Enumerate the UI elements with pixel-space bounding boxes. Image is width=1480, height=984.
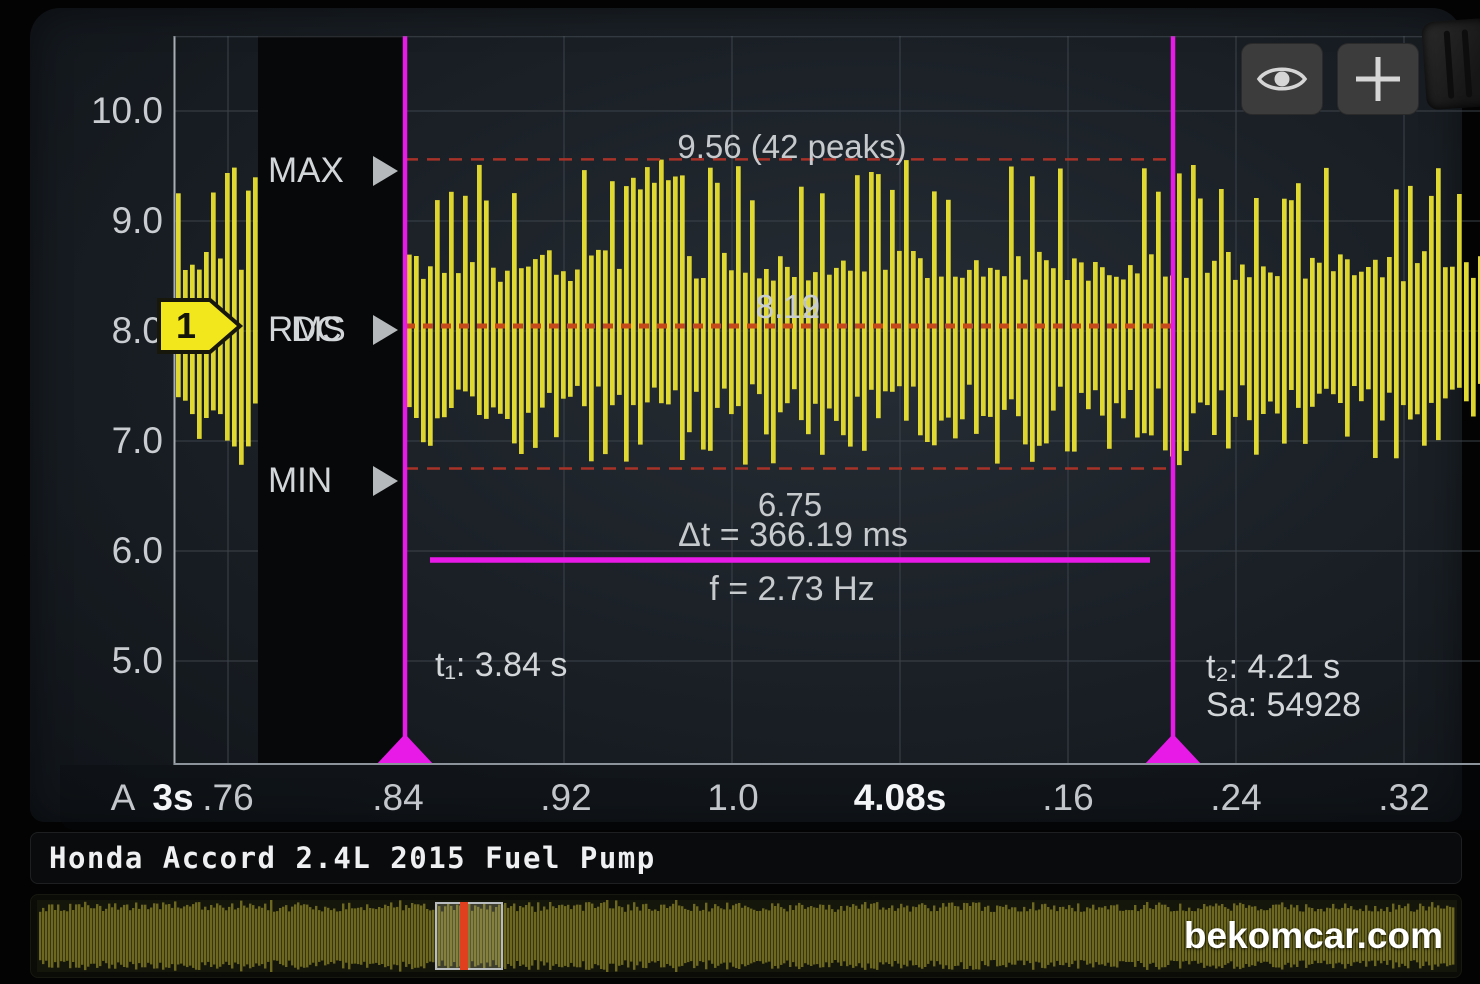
- min-marker-arrow-icon[interactable]: [373, 466, 398, 496]
- y-axis-label: 7.0: [60, 417, 163, 465]
- max-value: 9.56 (42 peaks): [677, 128, 906, 166]
- visibility-button[interactable]: [1242, 44, 1322, 114]
- y-axis-label: 8.0: [60, 307, 163, 355]
- measurement-band: [258, 36, 405, 765]
- x-axis-tick-label: .92: [540, 770, 591, 826]
- app-window: 10.0 9.0 8.0 7.0 6.0 5.0 MAX RMS DC MIN 9.56 …: [0, 0, 1480, 984]
- y-axis-label: 9.0: [60, 197, 163, 245]
- recording-title-bar: Honda Accord 2.4L 2015 Fuel Pump: [30, 832, 1462, 884]
- delta-t-value: Δt = 366.19 ms: [678, 516, 908, 555]
- x-axis-tick-label: .32: [1378, 770, 1429, 826]
- cursor1-time: t₁: 3.84 s: [435, 646, 567, 685]
- dc-value: 8.12: [756, 288, 820, 326]
- recording-title: Honda Accord 2.4L 2015 Fuel Pump: [31, 833, 1461, 883]
- y-axis-label: 6.0: [60, 527, 163, 575]
- x-axis-tick-label: .24: [1210, 770, 1261, 826]
- channel-1-marker[interactable]: 1: [156, 292, 244, 360]
- x-axis-channel-label: A: [111, 770, 136, 826]
- plus-icon: [1354, 55, 1402, 103]
- panel-grip-handle[interactable]: [1421, 18, 1480, 111]
- x-axis-tick-label: 3s: [152, 770, 193, 826]
- x-axis-tick-label: 1.0: [707, 770, 758, 826]
- y-axis-label: 10.0: [60, 87, 163, 135]
- min-marker-row: MIN: [268, 458, 404, 504]
- rms-marker-arrow-icon[interactable]: [373, 315, 398, 345]
- sample-count: Sa: 54928: [1206, 686, 1361, 725]
- overview-strip[interactable]: bekomcar.com: [30, 894, 1462, 978]
- min-marker-label: MIN: [268, 461, 332, 500]
- rms-dc-value-stack: 8.19 8.12: [718, 288, 858, 332]
- rms-marker-row: RMS DC: [268, 307, 404, 353]
- x-axis-tick-label: 4.08s: [854, 770, 947, 826]
- max-marker-arrow-icon[interactable]: [373, 156, 398, 186]
- channel-1-marker-label: 1: [176, 305, 196, 346]
- x-axis: [60, 765, 1480, 830]
- eye-icon: [1256, 61, 1308, 97]
- watermark: bekomcar.com: [1184, 915, 1443, 957]
- scope-panel: 10.0 9.0 8.0 7.0 6.0 5.0 MAX RMS DC MIN 9.56 …: [30, 8, 1462, 822]
- x-axis-tick-label: .76: [202, 770, 253, 826]
- position-marker[interactable]: [460, 902, 468, 970]
- cursor-2-handle[interactable]: [1144, 734, 1202, 765]
- dc-marker-label: DC: [291, 307, 342, 353]
- add-button[interactable]: [1338, 44, 1418, 114]
- frequency-value: f = 2.73 Hz: [709, 570, 874, 609]
- x-axis-tick-label: .84: [372, 770, 423, 826]
- max-marker-row: MAX: [268, 148, 404, 194]
- x-axis-tick-label: .16: [1042, 770, 1093, 826]
- max-marker-label: MAX: [268, 151, 344, 190]
- view-selection-box[interactable]: [435, 902, 503, 970]
- cursor2-time: t₂: 4.21 s: [1206, 648, 1340, 687]
- y-axis-label: 5.0: [60, 637, 163, 685]
